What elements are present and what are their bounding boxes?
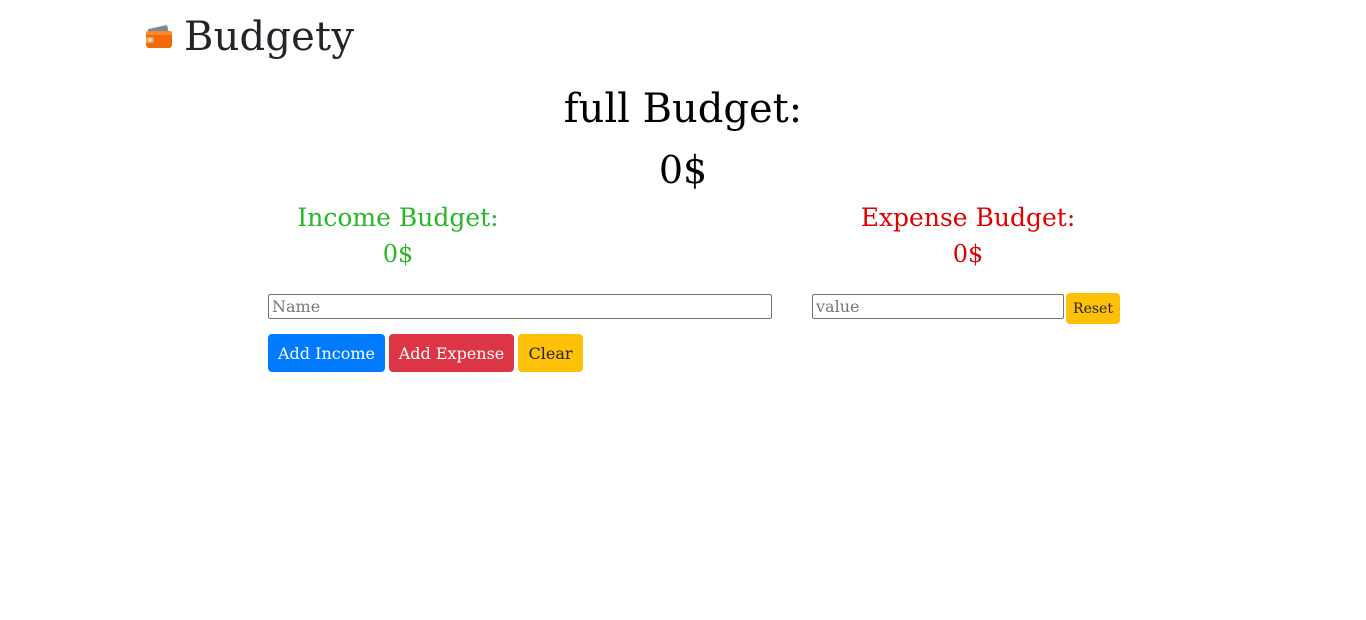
app-title: Budgety xyxy=(184,14,355,60)
header: Budgety xyxy=(144,14,354,60)
full-budget-label: full Budget: xyxy=(563,86,803,132)
income-budget-label: Income Budget: xyxy=(297,203,499,232)
wallet-icon xyxy=(144,22,174,52)
income-budget-value: 0$ xyxy=(382,240,414,268)
add-income-button[interactable]: Add Income xyxy=(268,334,385,372)
income-summary: Income Budget: 0$ xyxy=(268,200,528,272)
reset-button[interactable]: Reset xyxy=(1066,293,1120,324)
expense-budget-value: 0$ xyxy=(952,240,984,268)
page: Budgety full Budget: 0$ Income Budget: 0… xyxy=(0,0,1366,620)
full-budget-value: 0$ xyxy=(658,148,708,192)
expense-budget-label: Expense Budget: xyxy=(860,203,1076,232)
name-input[interactable] xyxy=(268,294,772,319)
value-input[interactable] xyxy=(812,294,1064,319)
clear-button[interactable]: Clear xyxy=(518,334,583,372)
expense-summary: Expense Budget: 0$ xyxy=(838,200,1098,272)
add-expense-button[interactable]: Add Expense xyxy=(389,334,514,372)
